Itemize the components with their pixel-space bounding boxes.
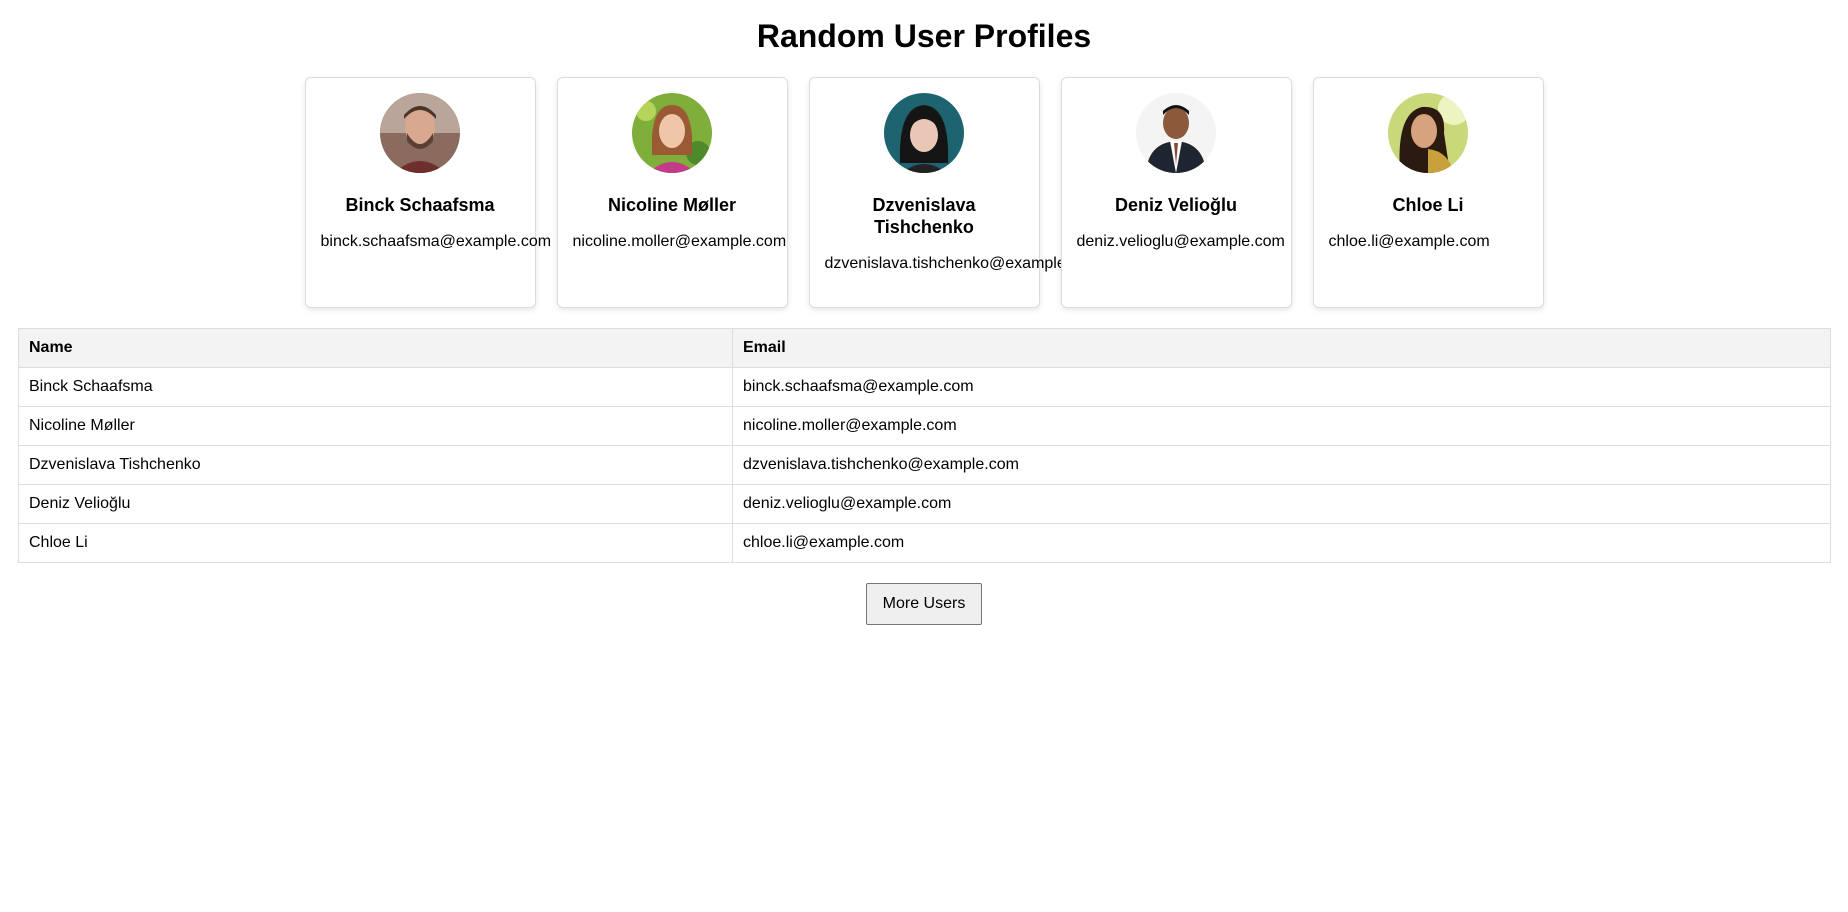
cell-email: deniz.velioglu@example.com <box>732 484 1831 524</box>
cell-name: Deniz Velioğlu <box>18 484 733 524</box>
profile-card: Chloe Li chloe.li@example.com <box>1312 77 1544 308</box>
profile-card: Binck Schaafsma binck.schaafsma@example.… <box>304 77 552 308</box>
profile-card: Dzvenislava Tishchenko dzvenislava.tishc… <box>808 77 1101 308</box>
cell-email: dzvenislava.tishchenko@example.com <box>732 445 1831 485</box>
column-header-name: Name <box>18 328 733 368</box>
cell-name: Binck Schaafsma <box>18 367 733 407</box>
table-row: Dzvenislava Tishchenko dzvenislava.tishc… <box>18 445 1831 485</box>
page: Random User Profiles Binck Schaafsma bin… <box>0 0 1848 912</box>
table-header-row: Name Email <box>18 328 1831 368</box>
profile-card: Nicoline Møller nicoline.moller@example.… <box>556 77 788 308</box>
table-row: Chloe Li chloe.li@example.com <box>18 523 1831 563</box>
table-row: Deniz Velioğlu deniz.velioglu@example.co… <box>18 484 1831 524</box>
avatar <box>884 93 964 173</box>
table-row: Nicoline Møller nicoline.moller@example.… <box>18 406 1831 446</box>
card-email: dzvenislava.tishchenko@example.com <box>824 255 1101 272</box>
card-name: Deniz Velioğlu <box>1114 195 1238 215</box>
column-header-email: Email <box>732 328 1831 368</box>
table-row: Binck Schaafsma binck.schaafsma@example.… <box>18 367 1831 407</box>
card-email: nicoline.moller@example.com <box>572 233 787 250</box>
users-table: Name Email Binck Schaafsma binck.schaafs… <box>18 328 1831 563</box>
cell-name: Dzvenislava Tishchenko <box>18 445 733 485</box>
cell-name: Chloe Li <box>18 523 733 563</box>
users-table-container: Name Email Binck Schaafsma binck.schaafs… <box>18 328 1831 563</box>
card-email: chloe.li@example.com <box>1328 233 1490 250</box>
card-name: Nicoline Møller <box>607 195 737 215</box>
avatar <box>1136 93 1216 173</box>
card-name: Dzvenislava Tishchenko <box>872 195 976 237</box>
card-email: deniz.velioglu@example.com <box>1076 233 1285 250</box>
cell-email: chloe.li@example.com <box>732 523 1831 563</box>
avatar <box>1388 93 1468 173</box>
cell-name: Nicoline Møller <box>18 406 733 446</box>
profile-card: Deniz Velioğlu deniz.velioglu@example.co… <box>1060 77 1292 308</box>
card-name: Chloe Li <box>1392 195 1464 215</box>
cell-email: binck.schaafsma@example.com <box>732 367 1831 407</box>
cell-email: nicoline.moller@example.com <box>732 406 1831 446</box>
avatar <box>632 93 712 173</box>
page-title: Random User Profiles <box>756 18 1092 54</box>
more-users-button[interactable]: More Users <box>865 583 983 625</box>
card-name: Binck Schaafsma <box>345 195 495 215</box>
actions-row: More Users <box>0 583 1848 625</box>
card-email: binck.schaafsma@example.com <box>320 233 552 250</box>
avatar <box>380 93 460 173</box>
profile-cards: Binck Schaafsma binck.schaafsma@example.… <box>0 77 1848 308</box>
